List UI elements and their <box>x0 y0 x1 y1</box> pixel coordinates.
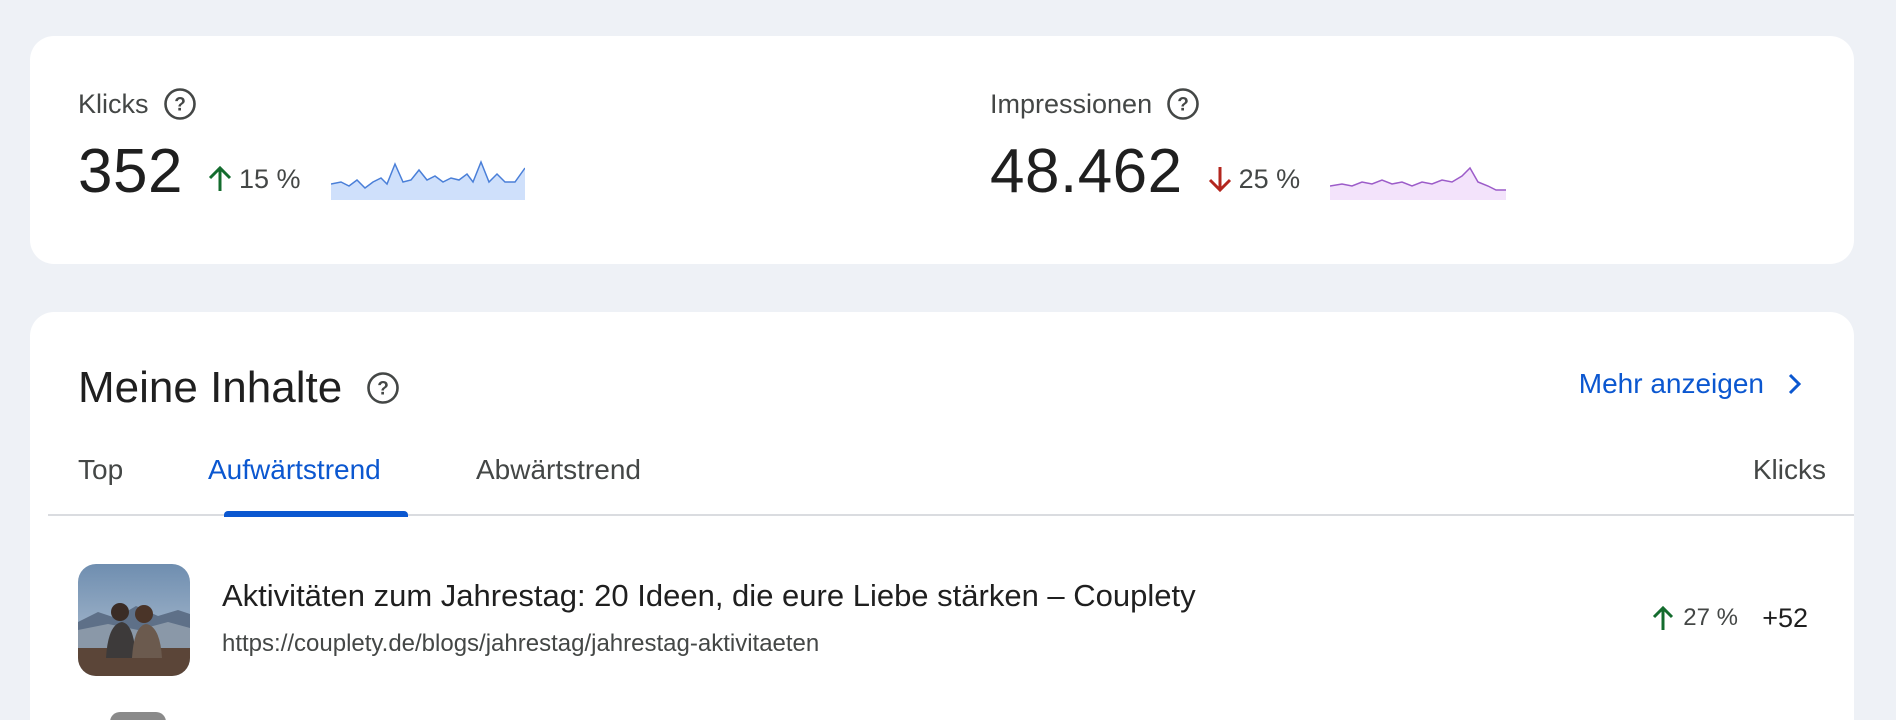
content-title: Meine Inhalte <box>78 363 343 412</box>
help-icon[interactable]: ? <box>1166 87 1200 121</box>
content-row[interactable]: Aktivitäten zum Jahrestag: 20 Ideen, die… <box>78 564 1808 676</box>
impressions-sparkline <box>1330 166 1507 200</box>
content-thumbnail <box>78 564 190 676</box>
clicks-sparkline <box>330 159 525 200</box>
tab-top[interactable]: Top <box>78 454 123 506</box>
content-card: Meine Inhalte ? Mehr anzeigen Top Aufwär… <box>30 312 1854 720</box>
svg-text:?: ? <box>1177 95 1189 116</box>
more-link-label: Mehr anzeigen <box>1578 368 1764 399</box>
metrics-card: Klicks ? 352 15 % Impressionen ? 48.462 … <box>30 36 1854 264</box>
clicks-label: Klicks <box>78 88 149 119</box>
tab-uptrend[interactable]: Aufwärtstrend <box>208 454 381 506</box>
clicks-metric[interactable]: Klicks ? 352 15 % <box>78 86 525 204</box>
content-tabs: Top Aufwärtstrend Abwärtstrend Klicks <box>48 444 1854 517</box>
svg-text:?: ? <box>174 95 186 116</box>
impressions-delta: 25 % <box>1205 163 1301 195</box>
impressions-value: 48.462 <box>990 137 1183 206</box>
column-header-clicks[interactable]: Klicks <box>1753 454 1826 486</box>
clicks-value: 352 <box>78 137 183 206</box>
impressions-label: Impressionen <box>990 88 1153 119</box>
arrow-down-icon <box>1208 167 1231 193</box>
more-link[interactable]: Mehr anzeigen <box>1579 368 1808 400</box>
clicks-delta-text: 15 % <box>238 163 301 194</box>
content-header: Meine Inhalte ? <box>78 356 400 420</box>
row-title[interactable]: Aktivitäten zum Jahrestag: 20 Ideen, die… <box>222 578 1196 614</box>
row-delta-text: 27 % <box>1683 604 1738 631</box>
arrow-up-icon <box>208 165 232 191</box>
arrow-up-icon <box>1653 605 1674 630</box>
row-url: https://couplety.de/blogs/jahrestag/jahr… <box>222 630 820 657</box>
tab-indicator <box>224 511 408 517</box>
impressions-delta-text: 25 % <box>1238 163 1301 194</box>
clicks-delta: 15 % <box>205 164 301 195</box>
impressions-metric[interactable]: Impressionen ? 48.462 25 % <box>990 86 1524 204</box>
chevron-right-icon <box>1788 373 1802 395</box>
help-icon[interactable]: ? <box>163 87 197 121</box>
svg-text:?: ? <box>377 379 389 400</box>
next-row-thumbnail <box>110 712 166 720</box>
help-icon[interactable]: ? <box>366 371 400 405</box>
row-clicks-value: +52 <box>1762 603 1808 633</box>
tab-downtrend[interactable]: Abwärtstrend <box>476 454 641 506</box>
row-delta: 27 % <box>1649 604 1738 632</box>
